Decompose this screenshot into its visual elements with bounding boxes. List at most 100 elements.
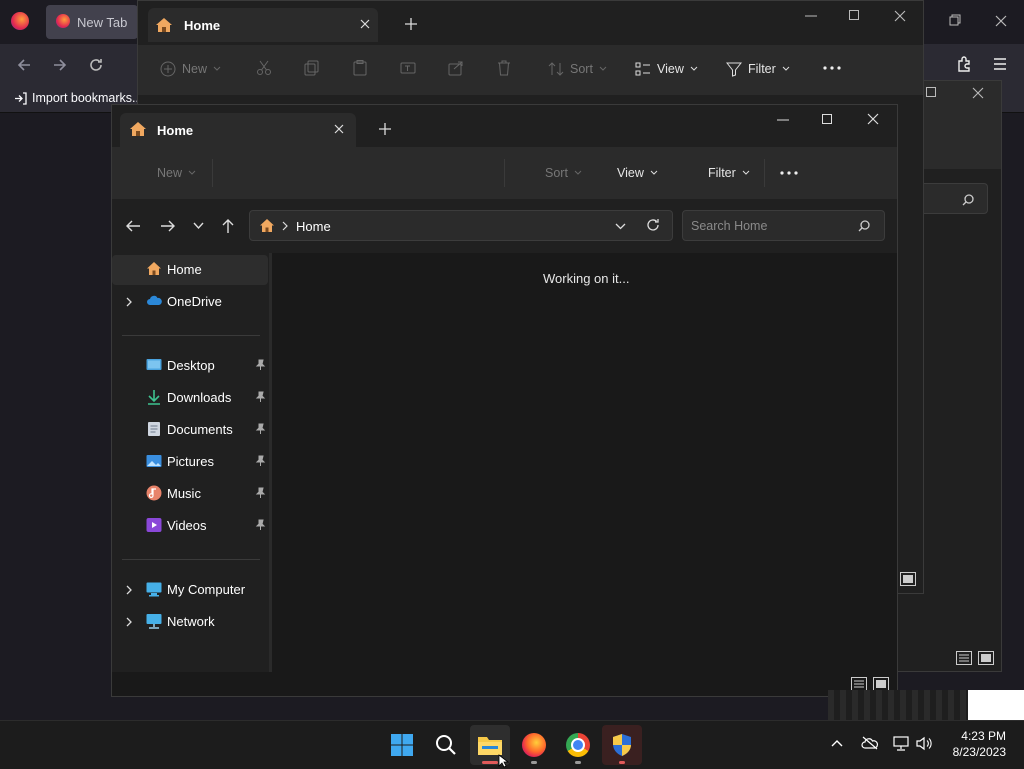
breadcrumb-home[interactable]: Home bbox=[296, 219, 331, 234]
reload-icon[interactable] bbox=[88, 57, 104, 73]
nav-label: OneDrive bbox=[167, 294, 222, 309]
back-icon[interactable] bbox=[125, 219, 141, 233]
new-button[interactable]: New bbox=[157, 166, 196, 180]
back-view-button[interactable]: View bbox=[635, 61, 698, 77]
maximize-icon[interactable] bbox=[849, 10, 859, 20]
close-icon[interactable] bbox=[972, 87, 984, 99]
network-status-icon[interactable] bbox=[893, 736, 909, 751]
details-view-icon[interactable] bbox=[956, 651, 972, 665]
address-dropdown-icon[interactable] bbox=[615, 223, 626, 230]
tab-close-icon[interactable] bbox=[334, 124, 344, 134]
nav-item-my-computer[interactable]: My Computer bbox=[112, 575, 268, 605]
nav-label: Music bbox=[167, 486, 201, 501]
close-icon[interactable] bbox=[995, 15, 1007, 27]
tab-close-icon[interactable] bbox=[360, 19, 370, 29]
nav-item-videos[interactable]: Videos bbox=[112, 511, 268, 541]
search-button[interactable] bbox=[426, 725, 466, 765]
show-hidden-icons-chevron-icon[interactable] bbox=[831, 739, 843, 747]
nav-item-downloads[interactable]: Downloads bbox=[112, 383, 268, 413]
filter-button[interactable]: Filter bbox=[708, 166, 750, 180]
forward-icon[interactable] bbox=[160, 219, 176, 233]
volume-icon[interactable] bbox=[916, 736, 932, 751]
expand-chevron-icon[interactable] bbox=[123, 296, 135, 308]
address-bar[interactable]: Home bbox=[249, 210, 673, 241]
expand-chevron-icon[interactable] bbox=[123, 584, 135, 596]
view-button[interactable]: View bbox=[617, 166, 658, 180]
tab-label: Home bbox=[157, 123, 194, 138]
pin-icon[interactable] bbox=[254, 359, 266, 371]
onedrive-offline-icon[interactable] bbox=[861, 736, 879, 750]
pin-icon[interactable] bbox=[254, 455, 266, 467]
expand-chevron-icon[interactable] bbox=[123, 616, 135, 628]
tiles-view-icon[interactable] bbox=[873, 677, 889, 691]
nav-divider bbox=[122, 559, 260, 560]
minimize-icon[interactable] bbox=[805, 15, 817, 17]
nav-item-onedrive[interactable]: OneDrive bbox=[112, 287, 268, 317]
maximize-icon[interactable] bbox=[926, 87, 936, 97]
paste-icon[interactable] bbox=[352, 60, 368, 76]
nav-item-home[interactable]: Home bbox=[112, 255, 268, 285]
pin-icon[interactable] bbox=[254, 391, 266, 403]
taskbar-chrome[interactable] bbox=[558, 725, 598, 765]
forward-icon[interactable] bbox=[52, 57, 68, 73]
close-icon[interactable] bbox=[867, 113, 879, 125]
refresh-icon[interactable] bbox=[646, 218, 660, 232]
document-icon bbox=[146, 421, 162, 437]
delete-icon[interactable] bbox=[496, 60, 512, 76]
tab-home[interactable] bbox=[120, 113, 356, 147]
firefox-logo-icon[interactable] bbox=[11, 12, 29, 30]
more-options-icon[interactable] bbox=[780, 171, 798, 175]
cut-icon[interactable] bbox=[256, 60, 272, 76]
chevron-down-icon bbox=[742, 170, 750, 175]
more-options-icon[interactable] bbox=[823, 66, 841, 70]
search-icon[interactable] bbox=[858, 220, 870, 232]
pin-icon[interactable] bbox=[254, 487, 266, 499]
maximize-icon[interactable] bbox=[822, 114, 832, 124]
minimize-icon[interactable] bbox=[777, 119, 789, 121]
chevron-down-icon bbox=[782, 66, 790, 71]
import-bookmarks-link[interactable]: Import bookmarks... bbox=[14, 91, 142, 105]
up-icon[interactable] bbox=[221, 218, 235, 234]
nav-item-documents[interactable]: Documents bbox=[112, 415, 268, 445]
pin-icon[interactable] bbox=[254, 423, 266, 435]
back-sort-label: Sort bbox=[570, 62, 593, 76]
toolbar-divider bbox=[504, 159, 505, 187]
back-filter-button[interactable]: Filter bbox=[726, 61, 790, 77]
copy-icon[interactable] bbox=[304, 60, 320, 76]
taskbar-security-app[interactable] bbox=[602, 725, 642, 765]
firefox-tab-icon bbox=[56, 14, 70, 28]
rename-icon[interactable] bbox=[400, 60, 416, 76]
start-button[interactable] bbox=[382, 725, 422, 765]
new-tab-icon[interactable] bbox=[379, 123, 391, 135]
pin-icon[interactable] bbox=[254, 519, 266, 531]
tiles-view-icon[interactable] bbox=[978, 651, 994, 665]
search-input[interactable]: Search Home bbox=[682, 210, 885, 241]
menu-icon[interactable] bbox=[992, 57, 1008, 71]
breadcrumb-chevron-icon bbox=[282, 221, 288, 231]
sort-button[interactable]: Sort bbox=[545, 166, 582, 180]
restore-icon[interactable] bbox=[949, 14, 961, 26]
clock-time[interactable]: 4:23 PM bbox=[961, 729, 1006, 743]
details-view-icon[interactable] bbox=[851, 677, 867, 691]
extensions-icon[interactable] bbox=[956, 56, 972, 72]
chevron-down-icon bbox=[599, 66, 607, 71]
close-icon[interactable] bbox=[894, 10, 906, 22]
back-sort-button[interactable]: Sort bbox=[548, 61, 607, 77]
new-tab-icon[interactable] bbox=[405, 18, 417, 30]
nav-item-pictures[interactable]: Pictures bbox=[112, 447, 268, 477]
taskbar-firefox[interactable] bbox=[514, 725, 554, 765]
back-tab-home[interactable] bbox=[148, 8, 378, 42]
clock-date[interactable]: 8/23/2023 bbox=[953, 745, 1006, 759]
nav-item-network[interactable]: Network bbox=[112, 607, 268, 637]
chevron-down-icon bbox=[650, 170, 658, 175]
back-icon[interactable] bbox=[16, 57, 32, 73]
firefox-icon bbox=[522, 733, 546, 757]
shield-icon bbox=[613, 734, 631, 756]
nav-item-desktop[interactable]: Desktop bbox=[112, 351, 268, 381]
tiles-view-icon[interactable] bbox=[900, 572, 916, 586]
back-new-button[interactable]: New bbox=[160, 61, 221, 77]
recent-locations-icon[interactable] bbox=[193, 222, 204, 230]
nav-item-music[interactable]: Music bbox=[112, 479, 268, 509]
share-icon[interactable] bbox=[448, 60, 464, 76]
explorer-window: Home New Sort View Filter Home Search Ho… bbox=[111, 104, 898, 697]
